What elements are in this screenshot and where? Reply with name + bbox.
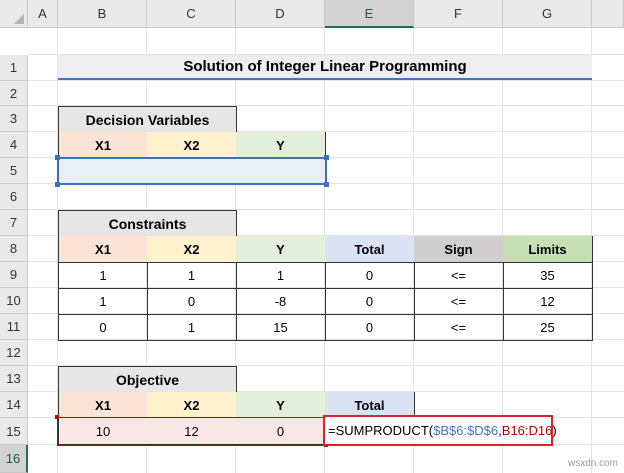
constraints-cell-sign[interactable]: <=	[414, 288, 504, 315]
row-header-1[interactable]: 1	[0, 55, 28, 81]
formula-ref-b16-d16: B16:D16	[501, 423, 553, 438]
row-header-14[interactable]: 14	[0, 392, 28, 418]
constraints-header-sign[interactable]: Sign	[414, 236, 504, 263]
row-header-8[interactable]: 8	[0, 236, 28, 262]
decision-header-x2[interactable]: X2	[147, 132, 237, 159]
objective-header-x1[interactable]: X1	[58, 392, 148, 419]
constraints-header-limits[interactable]: Limits	[503, 236, 593, 263]
column-header-a[interactable]: A	[28, 0, 58, 28]
constraints-header-x2[interactable]: X2	[147, 236, 237, 263]
constraints-title[interactable]: Constraints	[58, 210, 237, 237]
constraints-cell-x2[interactable]: 1	[147, 314, 237, 341]
constraints-cell-x1[interactable]: 1	[58, 262, 148, 289]
constraints-cell-total[interactable]: 0	[325, 262, 415, 289]
constraints-cell-y[interactable]: 15	[236, 314, 326, 341]
formula-ref-b6-d6: $B$6:$D$6	[433, 423, 499, 438]
row-header-10[interactable]: 10	[0, 288, 28, 314]
sheet-title[interactable]: Solution of Integer Linear Programming	[58, 55, 592, 80]
range-handle-bl[interactable]	[55, 182, 60, 187]
sheet-title-text: Solution of Integer Linear Programming	[183, 58, 467, 75]
row-header-7[interactable]: 7	[0, 210, 28, 236]
range-handle-b16-tl[interactable]	[55, 415, 59, 419]
row-header-15[interactable]: 15	[0, 418, 28, 445]
objective-title[interactable]: Objective	[58, 366, 237, 393]
decision-header-x1[interactable]: X1	[58, 132, 148, 159]
range-highlight-b16-d16	[57, 417, 327, 446]
row-header-9[interactable]: 9	[0, 262, 28, 288]
constraints-cell-sign[interactable]: <=	[414, 262, 504, 289]
constraints-header-y[interactable]: Y	[236, 236, 326, 263]
row-header-6[interactable]: 6	[0, 184, 28, 210]
row-header-2[interactable]: 2	[0, 81, 28, 106]
row-header-4[interactable]: 4	[0, 132, 28, 158]
formula-suffix: )	[552, 423, 557, 438]
constraints-header-x1[interactable]: X1	[58, 236, 148, 263]
constraints-header-total[interactable]: Total	[325, 236, 415, 263]
decision-header-y[interactable]: Y	[236, 132, 326, 159]
row-header-3[interactable]: 3	[0, 106, 28, 132]
column-header-d[interactable]: D	[236, 0, 325, 28]
watermark: wsxdn.com	[568, 458, 619, 469]
column-header-h[interactable]	[592, 0, 624, 28]
range-handle-tl[interactable]	[55, 155, 60, 160]
range-handle-tr[interactable]	[324, 155, 329, 160]
constraints-cell-y[interactable]: -8	[236, 288, 326, 315]
constraints-cell-total[interactable]: 0	[325, 288, 415, 315]
constraints-cell-limits[interactable]: 12	[503, 288, 593, 315]
constraints-cell-limits[interactable]: 25	[503, 314, 593, 341]
constraints-cell-x1[interactable]: 0	[58, 314, 148, 341]
constraints-cell-total[interactable]: 0	[325, 314, 415, 341]
range-highlight-b6-d6	[57, 157, 327, 185]
column-header-g[interactable]: G	[503, 0, 592, 28]
formula-prefix: =SUMPRODUCT(	[328, 423, 434, 438]
row-header-11[interactable]: 11	[0, 314, 28, 340]
row-header-13[interactable]: 13	[0, 366, 28, 392]
range-handle-br[interactable]	[324, 182, 329, 187]
objective-header-x2[interactable]: X2	[147, 392, 237, 419]
row-header-5[interactable]: 5	[0, 158, 28, 184]
row-header-16[interactable]: 16	[0, 445, 28, 473]
column-header-e[interactable]: E	[325, 0, 414, 28]
constraints-cell-y[interactable]: 1	[236, 262, 326, 289]
constraints-cell-sign[interactable]: <=	[414, 314, 504, 341]
active-cell-formula[interactable]: =SUMPRODUCT($B$6:$D$6, B16:D16)	[323, 415, 557, 446]
decision-variables-title[interactable]: Decision Variables	[58, 106, 237, 133]
constraints-cell-x2[interactable]: 0	[147, 288, 237, 315]
constraints-cell-limits[interactable]: 35	[503, 262, 593, 289]
constraints-cell-x1[interactable]: 1	[58, 288, 148, 315]
column-header-c[interactable]: C	[147, 0, 236, 28]
row-header-12[interactable]: 12	[0, 340, 28, 366]
column-header-f[interactable]: F	[414, 0, 503, 28]
constraints-cell-x2[interactable]: 1	[147, 262, 237, 289]
objective-header-y[interactable]: Y	[236, 392, 326, 419]
grid-row-line	[28, 80, 624, 81]
column-header-b[interactable]: B	[58, 0, 147, 28]
select-all-triangle-icon	[14, 14, 24, 24]
